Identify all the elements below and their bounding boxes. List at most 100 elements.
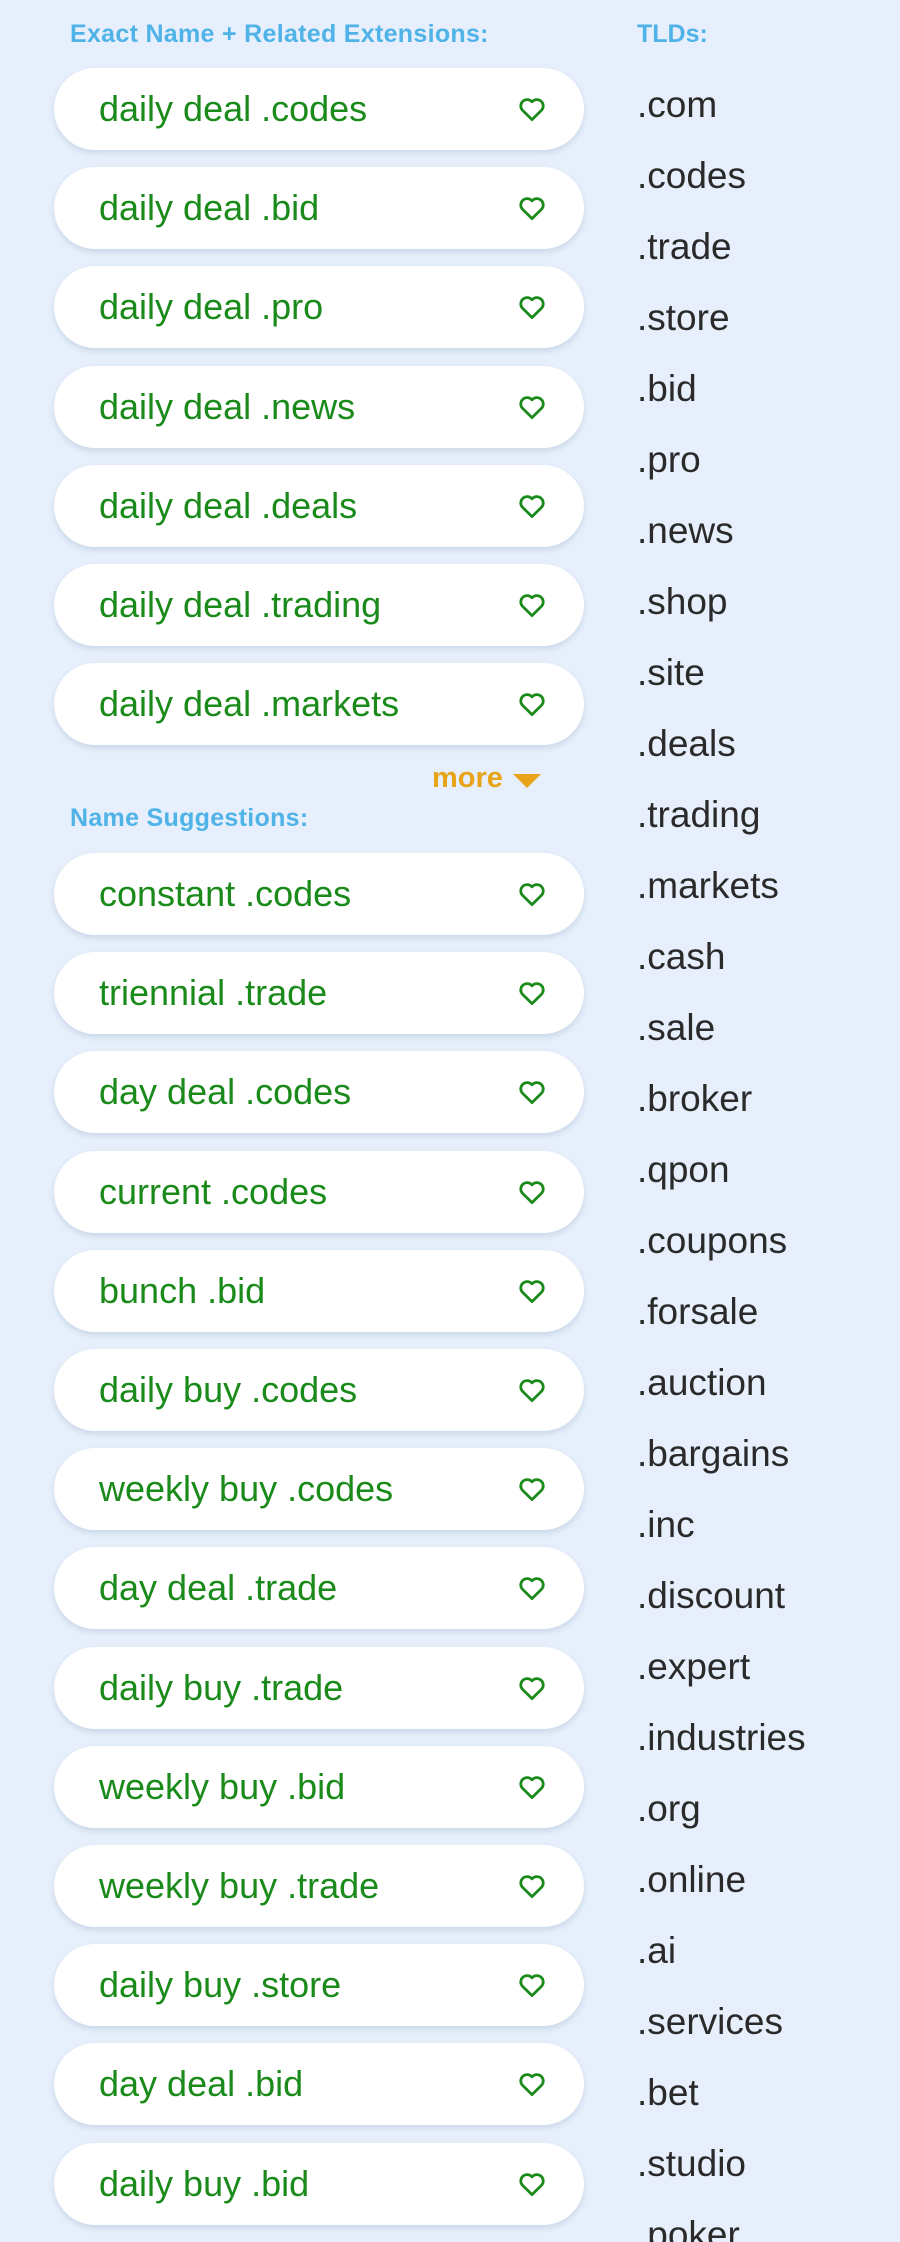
- tld-item[interactable]: .shop: [637, 581, 728, 623]
- heart-outline-icon[interactable]: [516, 93, 548, 125]
- tld-item[interactable]: .bet: [637, 2072, 699, 2114]
- heart-outline-icon[interactable]: [516, 391, 548, 423]
- heart-outline-icon[interactable]: [516, 1374, 548, 1406]
- domain-name: daily deal .trading: [99, 584, 382, 625]
- tld-item[interactable]: .trade: [637, 226, 732, 268]
- domain-name: daily deal .deals: [99, 484, 358, 526]
- heart-outline-icon[interactable]: [516, 1672, 548, 1704]
- domain-name: daily deal .pro: [99, 286, 324, 328]
- domain-name: day deal .bid: [99, 2063, 304, 2105]
- domain-card[interactable]: weekly buy .trade: [54, 1845, 584, 1927]
- domain-name: bunch .bid: [99, 1269, 266, 1311]
- tld-item[interactable]: .site: [637, 652, 705, 694]
- tld-item[interactable]: .ai: [637, 1930, 676, 1972]
- tld-item[interactable]: .inc: [637, 1504, 695, 1546]
- heart-outline-icon[interactable]: [516, 1969, 548, 2001]
- more-label: more: [432, 762, 503, 794]
- domain-card[interactable]: daily deal .news: [54, 365, 584, 448]
- domain-name: daily buy .store: [99, 1964, 342, 2006]
- tld-item[interactable]: .pro: [637, 439, 701, 481]
- heart-outline-icon[interactable]: [516, 1771, 548, 1803]
- domain-card[interactable]: bunch .bid: [54, 1249, 584, 1332]
- tld-item[interactable]: .news: [637, 510, 734, 552]
- tld-item[interactable]: .services: [637, 2001, 783, 2043]
- domain-name: daily buy .bid: [99, 2162, 310, 2204]
- tld-item[interactable]: .bid: [637, 368, 697, 410]
- domain-card[interactable]: daily buy .trade: [54, 1646, 584, 1729]
- tld-item[interactable]: .broker: [637, 1078, 752, 1120]
- heart-outline-icon[interactable]: [516, 192, 548, 224]
- domain-card[interactable]: weekly buy .codes: [54, 1448, 584, 1531]
- domain-card[interactable]: daily deal .codes: [54, 68, 584, 150]
- tld-item[interactable]: .qpon: [637, 1149, 730, 1191]
- heart-outline-icon[interactable]: [516, 291, 548, 323]
- domain-name: weekly buy .codes: [99, 1468, 394, 1510]
- domain-name: weekly buy .bid: [99, 1765, 346, 1807]
- domain-name: daily deal .news: [99, 385, 356, 427]
- heart-outline-icon[interactable]: [516, 1572, 548, 1604]
- domain-card[interactable]: day deal .codes: [54, 1051, 584, 1134]
- heart-outline-icon[interactable]: [516, 1870, 548, 1902]
- domain-card[interactable]: daily deal .pro: [54, 266, 584, 349]
- domain-name: day deal .codes: [99, 1071, 352, 1113]
- heart-outline-icon[interactable]: [516, 589, 548, 621]
- tld-item[interactable]: .markets: [637, 865, 779, 907]
- domain-card[interactable]: daily deal .trading: [54, 564, 584, 646]
- domain-name: current .codes: [99, 1170, 328, 1212]
- tld-item[interactable]: .forsale: [637, 1291, 758, 1333]
- domain-name: triennial .trade: [99, 972, 328, 1014]
- heart-outline-icon[interactable]: [516, 1473, 548, 1505]
- domain-card[interactable]: daily buy .bid: [54, 2142, 584, 2225]
- tld-item[interactable]: .poker: [637, 2214, 740, 2242]
- domain-card[interactable]: day deal .trade: [54, 1547, 584, 1630]
- heart-outline-icon[interactable]: [516, 1176, 548, 1208]
- tld-item[interactable]: .com: [637, 84, 717, 126]
- domain-name: daily buy .trade: [99, 1666, 344, 1708]
- heart-outline-icon[interactable]: [516, 688, 548, 720]
- heart-outline-icon[interactable]: [516, 1076, 548, 1108]
- domain-card[interactable]: daily deal .markets: [54, 663, 584, 746]
- page: Exact Name + Related Extensions: daily d…: [0, 0, 900, 2242]
- tld-item[interactable]: .bargains: [637, 1433, 789, 1475]
- tld-item[interactable]: .coupons: [637, 1220, 787, 1262]
- domain-card[interactable]: daily buy .codes: [54, 1349, 584, 1431]
- domain-name: constant .codes: [99, 873, 352, 914]
- tld-item[interactable]: .studio: [637, 2143, 746, 2185]
- tld-item[interactable]: .online: [637, 1859, 746, 1901]
- more-button[interactable]: more: [432, 762, 541, 795]
- name-suggestions-heading: Name Suggestions:: [70, 804, 309, 832]
- tld-item[interactable]: .cash: [637, 936, 725, 978]
- heart-outline-icon[interactable]: [516, 878, 548, 910]
- domain-name: daily deal .markets: [99, 683, 400, 725]
- tld-item[interactable]: .org: [637, 1788, 701, 1830]
- domain-name: daily deal .codes: [99, 88, 368, 129]
- tld-item[interactable]: .codes: [637, 155, 746, 197]
- heart-outline-icon[interactable]: [516, 977, 548, 1009]
- heart-outline-icon[interactable]: [516, 2168, 548, 2200]
- tld-item[interactable]: .industries: [637, 1717, 806, 1759]
- domain-card[interactable]: weekly buy .bid: [54, 1745, 584, 1828]
- tld-heading: TLDs:: [637, 20, 708, 48]
- tld-item[interactable]: .expert: [637, 1646, 750, 1688]
- tld-item[interactable]: .discount: [637, 1575, 785, 1617]
- domain-card[interactable]: day deal .bid: [54, 2043, 584, 2126]
- caret-down-icon: [512, 773, 541, 788]
- tld-item[interactable]: .trading: [637, 794, 760, 836]
- heart-outline-icon[interactable]: [516, 1275, 548, 1307]
- domain-card[interactable]: current .codes: [54, 1150, 584, 1233]
- domain-card[interactable]: triennial .trade: [54, 952, 584, 1035]
- domain-card[interactable]: daily buy .store: [54, 1944, 584, 2027]
- heart-outline-icon[interactable]: [516, 2068, 548, 2100]
- domain-card[interactable]: constant .codes: [54, 853, 584, 935]
- heart-outline-icon[interactable]: [516, 490, 548, 522]
- tld-item[interactable]: .store: [637, 297, 730, 339]
- domain-name: weekly buy .trade: [99, 1865, 380, 1906]
- exact-name-heading: Exact Name + Related Extensions:: [70, 20, 489, 48]
- domain-name: daily buy .codes: [99, 1369, 358, 1410]
- tld-item[interactable]: .deals: [637, 723, 736, 765]
- domain-card[interactable]: daily deal .bid: [54, 167, 584, 250]
- domain-card[interactable]: daily deal .deals: [54, 464, 584, 547]
- domain-name: day deal .trade: [99, 1567, 338, 1609]
- tld-item[interactable]: .auction: [637, 1362, 767, 1404]
- tld-item[interactable]: .sale: [637, 1007, 715, 1049]
